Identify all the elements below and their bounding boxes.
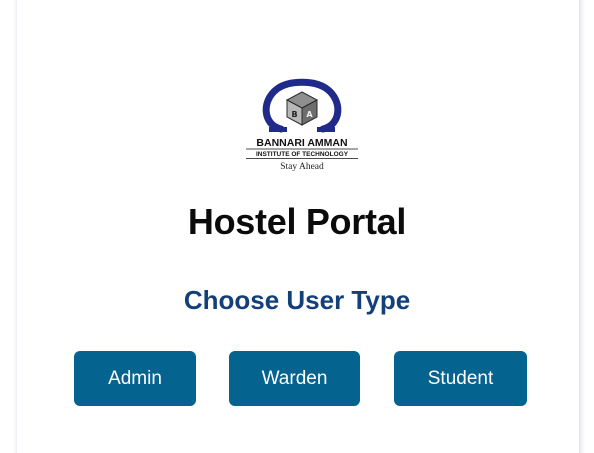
- page: B A BANNARI AMMAN INSTITUTE OF TECHNOLOG…: [0, 0, 594, 453]
- logo-monogram: B: [291, 110, 297, 119]
- logo-institution-name: BANNARI AMMAN: [256, 137, 347, 149]
- choose-user-type-heading: Choose User Type: [183, 285, 411, 315]
- warden-button[interactable]: Warden: [229, 351, 360, 406]
- logo-institution-sub: INSTITUTE OF TECHNOLOGY: [256, 151, 349, 158]
- omega-cube-logo-icon: B A BANNARI AMMAN INSTITUTE OF TECHNOLOG…: [246, 78, 358, 172]
- admin-button[interactable]: Admin: [74, 351, 196, 406]
- student-button[interactable]: Student: [394, 351, 527, 406]
- logo-tagline: Stay Ahead: [280, 162, 324, 172]
- institution-logo: B A BANNARI AMMAN INSTITUTE OF TECHNOLOG…: [241, 75, 363, 175]
- svg-text:A: A: [306, 110, 313, 119]
- page-title: Hostel Portal: [187, 201, 407, 242]
